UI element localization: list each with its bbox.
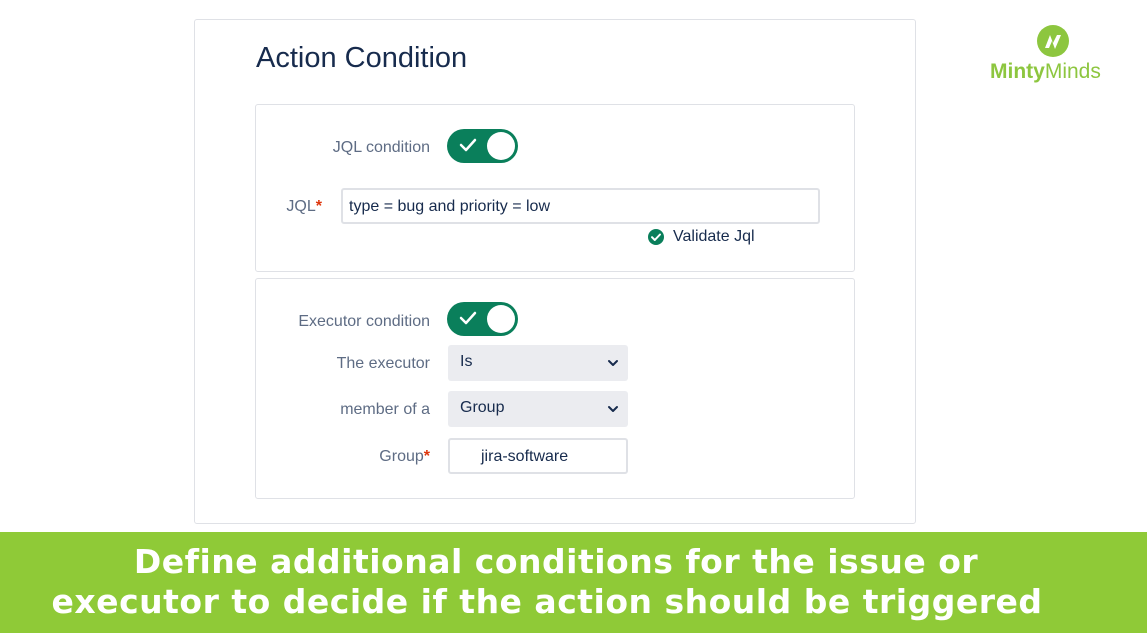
jql-condition-label: JQL condition (332, 139, 430, 156)
group-label: Group* (379, 448, 430, 465)
executor-select[interactable]: Is (448, 345, 628, 381)
member-select[interactable]: Group (448, 391, 628, 427)
jql-label: JQL* (286, 198, 322, 215)
caption-line-2: executor to decide if the action should … (51, 582, 1043, 621)
check-icon (459, 138, 477, 152)
required-mark: * (315, 198, 322, 215)
executor-condition-label: Executor condition (298, 313, 430, 330)
executor-condition-toggle[interactable] (447, 302, 518, 336)
member-label: member of a (340, 401, 430, 418)
executor-select-value: Is (460, 353, 473, 370)
jql-condition-toggle[interactable] (447, 129, 518, 163)
required-mark: * (423, 448, 430, 465)
jql-input[interactable]: type = bug and priority = low (341, 188, 820, 224)
member-select-value: Group (460, 399, 505, 416)
check-circle-icon (648, 229, 664, 245)
group-input[interactable]: jira-software (448, 438, 628, 474)
chevron-down-icon (608, 406, 618, 412)
brand-name: MintyMinds (990, 60, 1101, 83)
caption-banner: Define additional conditions for the iss… (0, 532, 1147, 633)
check-icon (459, 311, 477, 325)
toggle-knob (487, 132, 515, 160)
caption-line-1: Define additional conditions for the iss… (133, 542, 979, 581)
lightning-icon (1037, 25, 1069, 57)
validate-jql-link[interactable]: Validate Jql (647, 228, 755, 246)
page-title: Action Condition (256, 42, 468, 74)
chevron-down-icon (608, 360, 618, 366)
toggle-knob (487, 305, 515, 333)
validate-jql-label: Validate Jql (673, 228, 755, 245)
mintyminds-logo: MintyMinds (988, 24, 1112, 84)
executor-label: The executor (336, 355, 430, 372)
